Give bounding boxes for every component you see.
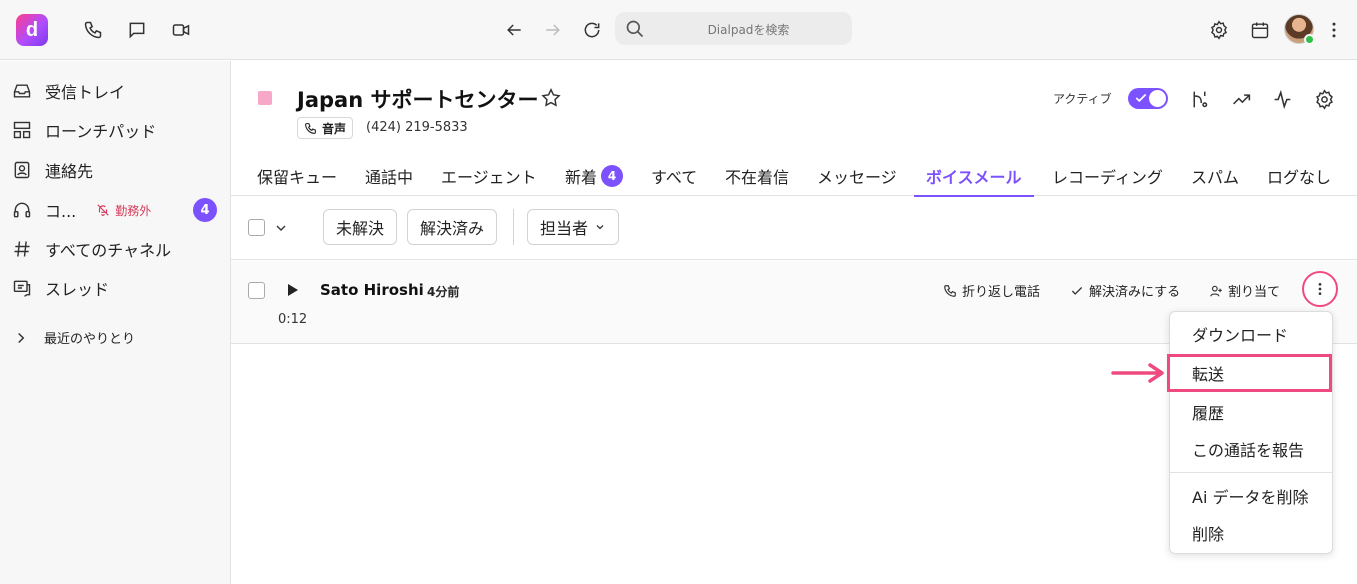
row-checkbox[interactable] [248, 282, 265, 299]
chevron-down-icon[interactable] [273, 220, 289, 236]
search-input[interactable]: Dialpadを検索 [615, 12, 852, 45]
sidebar-item-launchpad[interactable]: ローンチパッド [12, 117, 156, 143]
center-settings-gear-icon[interactable] [1312, 87, 1336, 111]
voice-chip: 音声 [297, 117, 354, 139]
tab-new[interactable]: 新着 4 [565, 156, 624, 196]
resolved-filter-button[interactable]: 解決済み [407, 209, 498, 245]
chat-icon[interactable] [125, 18, 149, 42]
tab-no-log[interactable]: ログなし [1267, 156, 1331, 196]
center-color-square [258, 91, 272, 105]
notification-badge: 4 [193, 198, 217, 222]
tab-badge: 4 [601, 165, 624, 187]
tab-recordings[interactable]: レコーディング [1052, 156, 1163, 196]
menu-item-delete-ai-data[interactable]: Ai データを削除 [1170, 479, 1332, 513]
tab-on-call[interactable]: 通話中 [365, 156, 413, 196]
more-options-menu: ダウンロード 転送 履歴 この通話を報告 Ai データを削除 削除 [1167, 311, 1333, 554]
phone-icon [944, 284, 956, 297]
video-icon[interactable] [169, 18, 193, 42]
toggle-knob [1149, 90, 1166, 107]
routing-icon[interactable] [1187, 87, 1211, 111]
sidebar-item-label: ローンチパッド [45, 122, 157, 141]
contacts-icon [14, 161, 30, 179]
threads-icon [13, 280, 31, 297]
user-avatar[interactable] [1284, 14, 1315, 45]
unresolved-filter-button[interactable]: 未解決 [323, 209, 398, 245]
check-icon [1135, 93, 1147, 103]
sidebar-item-label: 受信トレイ [45, 83, 126, 102]
search-placeholder: Dialpadを検索 [707, 23, 790, 37]
page-title: Japan サポートセンター [297, 88, 539, 112]
sidebar-item-threads[interactable]: スレッド [12, 275, 109, 301]
more-options-button[interactable] [1302, 271, 1338, 307]
sidebar: 受信トレイ ローンチパッド 連絡先 コ... 勤務外 4 すべてのチャネル スレ… [0, 61, 231, 584]
dialpad-logo[interactable]: d [16, 14, 48, 46]
time-ago: 4分前 [427, 285, 460, 299]
inbox-icon [13, 84, 31, 98]
activity-icon[interactable] [1270, 87, 1294, 111]
sidebar-item-label: コ... [45, 202, 77, 221]
settings-gear-icon[interactable] [1207, 18, 1231, 42]
menu-item-forward[interactable]: 転送 [1167, 354, 1332, 392]
forward-arrow-icon[interactable] [541, 18, 565, 42]
phone-icon[interactable] [81, 18, 105, 42]
select-all-checkbox[interactable] [248, 219, 265, 236]
tab-all[interactable]: すべて [651, 156, 697, 196]
recent-interactions-toggle[interactable]: 最近のやりとり [12, 328, 135, 347]
voicemail-duration: 0:12 [278, 312, 308, 327]
back-arrow-icon[interactable] [502, 18, 526, 42]
caller-name[interactable]: Sato Hiroshi [320, 281, 424, 299]
add-user-icon [1210, 285, 1222, 297]
menu-divider [1170, 472, 1332, 473]
filter-row: 未解決 解決済み 担当者 [231, 197, 1357, 260]
menu-item-download[interactable]: ダウンロード [1170, 317, 1332, 351]
assign-button[interactable]: 割り当て [1209, 281, 1280, 300]
chevron-right-icon [18, 332, 25, 343]
online-status-dot [1304, 34, 1315, 45]
phone-icon [305, 122, 316, 134]
tab-agents[interactable]: エージェント [441, 156, 537, 196]
annotation-arrow-icon [1111, 363, 1164, 383]
active-label: アクティブ [1053, 92, 1112, 106]
more-vertical-icon [1318, 283, 1322, 295]
check-icon [1071, 286, 1083, 295]
launchpad-icon [13, 121, 31, 139]
assignee-filter-dropdown[interactable]: 担当者 [527, 209, 620, 245]
filter-divider [513, 209, 514, 245]
menu-item-report-call[interactable]: この通話を報告 [1170, 432, 1332, 466]
mark-resolved-button[interactable]: 解決済みにする [1070, 281, 1180, 300]
bell-off-icon [97, 204, 109, 216]
trend-icon[interactable] [1229, 87, 1253, 111]
call-back-button[interactable]: 折り返し電話 [943, 281, 1040, 300]
play-icon[interactable] [284, 282, 300, 298]
sidebar-item-label: 連絡先 [45, 162, 94, 181]
headset-icon [13, 202, 31, 218]
active-toggle[interactable] [1128, 88, 1168, 109]
star-icon[interactable] [540, 87, 562, 109]
sidebar-item-inbox[interactable]: 受信トレイ [12, 78, 125, 104]
phone-number: (424) 219-5833 [366, 120, 468, 135]
sidebar-item-contacts[interactable]: 連絡先 [12, 157, 93, 183]
tab-voicemail[interactable]: ボイスメール [914, 156, 1034, 197]
sidebar-item-label: スレッド [45, 280, 110, 299]
tab-messages[interactable]: メッセージ [817, 156, 897, 196]
sidebar-item-label: すべてのチャネル [45, 241, 172, 260]
tab-spam[interactable]: スパム [1191, 156, 1239, 196]
refresh-icon[interactable] [580, 18, 604, 42]
more-vertical-icon[interactable] [1322, 18, 1346, 42]
tab-hold-queue[interactable]: 保留キュー [257, 156, 337, 196]
hash-icon [14, 241, 30, 257]
tab-bar: 保留キュー 通話中 エージェント 新着 4 すべて 不在着信 メッセージ ボイス… [231, 156, 1357, 197]
off-duty-status: 勤務外 [96, 202, 151, 219]
sidebar-item-all-channels[interactable]: すべてのチャネル [12, 236, 171, 262]
top-bar: d Dialpadを検索 [0, 0, 1357, 60]
calendar-icon[interactable] [1248, 18, 1272, 42]
menu-item-delete[interactable]: 削除 [1170, 516, 1332, 550]
tab-missed[interactable]: 不在着信 [725, 156, 789, 196]
menu-item-history[interactable]: 履歴 [1170, 395, 1332, 429]
chevron-down-icon [596, 225, 604, 230]
sidebar-item-contact-center[interactable]: コ... 勤務外 4 [12, 197, 217, 223]
